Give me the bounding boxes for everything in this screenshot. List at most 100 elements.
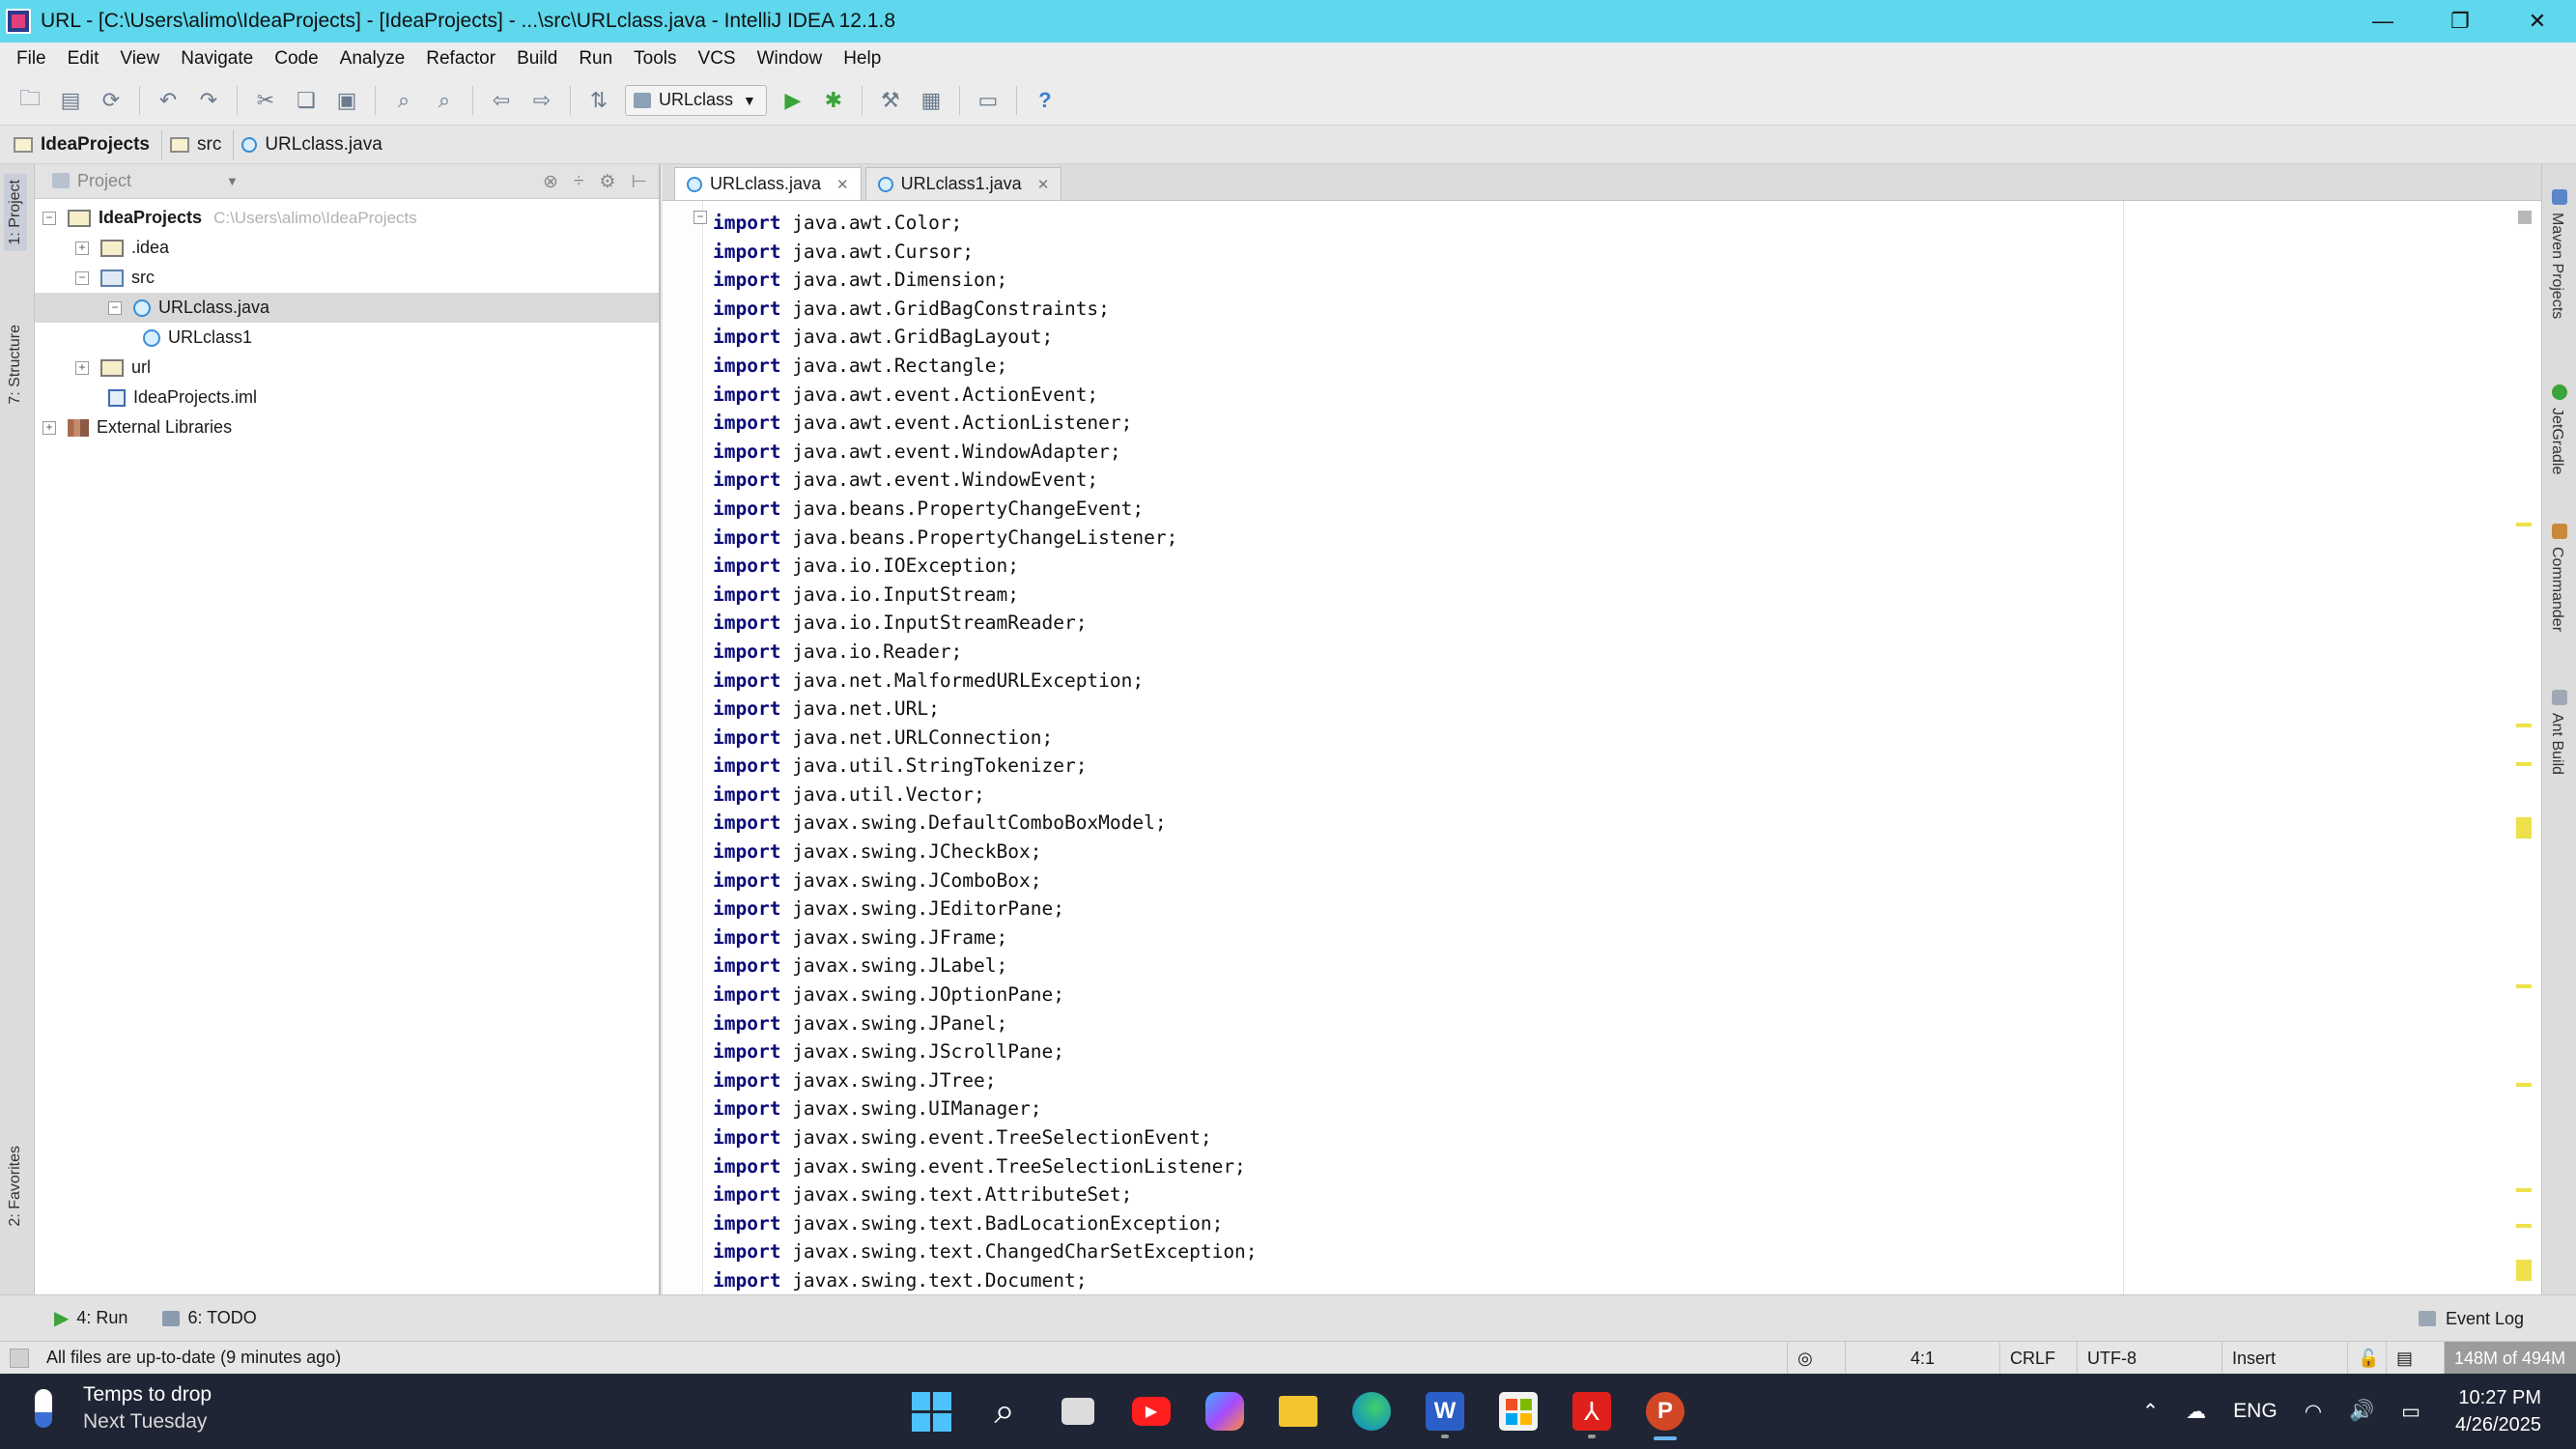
code-line[interactable]: import java.util.Vector; [713, 781, 1258, 810]
expand-icon[interactable]: + [42, 420, 56, 435]
tree-item-src[interactable]: − src [35, 263, 659, 293]
copilot-button[interactable] [1196, 1382, 1254, 1440]
warning-marker[interactable] [2516, 817, 2532, 838]
code-line[interactable]: import javax.swing.event.TreeSelectionLi… [713, 1152, 1258, 1181]
code-line[interactable]: import java.awt.GridBagLayout; [713, 323, 1258, 352]
run-configuration-select[interactable]: URLclass ▼ [625, 84, 767, 116]
tree-item-external-libraries[interactable]: + External Libraries [35, 412, 659, 442]
code-line[interactable]: import javax.swing.text.ChangedCharSetEx… [713, 1237, 1258, 1266]
save-all-icon[interactable]: ▤ [54, 84, 87, 117]
find-icon[interactable]: ⌕ [387, 84, 420, 117]
collapse-icon[interactable]: − [75, 270, 89, 285]
code-line[interactable]: import java.io.InputStream; [713, 581, 1258, 610]
menu-vcs[interactable]: VCS [688, 48, 747, 70]
volume-icon[interactable]: 🔊 [2349, 1400, 2374, 1423]
memory-indicator[interactable]: 148M of 494M [2444, 1342, 2576, 1375]
menu-run[interactable]: Run [568, 48, 623, 70]
edge-button[interactable] [1343, 1382, 1401, 1440]
expand-icon[interactable]: + [75, 241, 89, 255]
scroll-from-source-icon[interactable]: ⊗ [543, 171, 558, 193]
project-structure-icon[interactable]: ▦ [915, 84, 948, 117]
menu-tools[interactable]: Tools [623, 48, 687, 70]
tool-windows-icon[interactable] [10, 1348, 29, 1368]
debug-icon[interactable]: ✱ [817, 84, 850, 117]
onedrive-icon[interactable]: ☁ [2186, 1400, 2206, 1424]
minimize-button[interactable]: — [2344, 0, 2421, 43]
paste-icon[interactable]: ▣ [330, 84, 363, 117]
tree-item-url[interactable]: + url [35, 353, 659, 383]
code-line[interactable]: import java.beans.PropertyChangeEvent; [713, 495, 1258, 524]
lock-icon[interactable]: 🔓 [2347, 1342, 2386, 1375]
menu-help[interactable]: Help [833, 48, 892, 70]
code-line[interactable]: import javax.swing.JScrollPane; [713, 1037, 1258, 1066]
code-line[interactable]: import javax.swing.text.AttributeSet; [713, 1180, 1258, 1209]
code-line[interactable]: import java.awt.Color; [713, 209, 1258, 238]
warning-marker[interactable] [2516, 523, 2532, 526]
file-explorer-button[interactable] [1269, 1382, 1327, 1440]
code-line[interactable]: import java.awt.Dimension; [713, 266, 1258, 295]
code-line[interactable]: import javax.swing.JComboBox; [713, 867, 1258, 895]
file-encoding[interactable]: UTF-8 [2077, 1342, 2222, 1375]
fold-icon[interactable]: − [694, 211, 707, 224]
warning-marker[interactable] [2516, 1188, 2532, 1192]
code-line[interactable]: import javax.swing.JLabel; [713, 952, 1258, 980]
breadcrumb-project[interactable]: IdeaProjects [14, 129, 162, 159]
settings-icon[interactable]: ⚒ [874, 84, 907, 117]
wifi-icon[interactable]: ◠ [2305, 1400, 2322, 1424]
vcs-icon[interactable]: ▭ [972, 84, 1005, 117]
tab-urlclass-java[interactable]: URLclass.java ✕ [674, 167, 862, 200]
tree-item-idea[interactable]: + .idea [35, 233, 659, 263]
tree-item-root[interactable]: − IdeaProjects C:\Users\alimo\IdeaProjec… [35, 203, 659, 233]
code-line[interactable]: import java.util.StringTokenizer; [713, 752, 1258, 781]
menu-analyze[interactable]: Analyze [329, 48, 416, 70]
start-button[interactable] [902, 1382, 960, 1440]
structure-tool-tab[interactable]: 7: Structure [4, 319, 27, 411]
code-line[interactable]: import javax.swing.JEditorPane; [713, 895, 1258, 923]
menu-refactor[interactable]: Refactor [415, 48, 506, 70]
code-line[interactable]: import java.awt.Cursor; [713, 238, 1258, 267]
commander-tab[interactable]: Commander [2548, 547, 2565, 632]
cut-icon[interactable]: ✂ [249, 84, 282, 117]
caret-position[interactable]: 4:1 [1845, 1342, 1999, 1375]
code-line[interactable]: import java.awt.GridBagConstraints; [713, 295, 1258, 324]
warning-marker[interactable] [2516, 1224, 2532, 1228]
menu-navigate[interactable]: Navigate [170, 48, 264, 70]
synchronize-icon[interactable]: ⟳ [95, 84, 127, 117]
menu-build[interactable]: Build [506, 48, 568, 70]
collapse-icon[interactable]: − [108, 300, 122, 315]
chevron-down-icon[interactable]: ▼ [226, 174, 239, 188]
code-line[interactable]: import java.awt.Rectangle; [713, 352, 1258, 381]
warning-marker[interactable] [2516, 984, 2532, 988]
warning-marker[interactable] [2516, 724, 2532, 727]
word-button[interactable]: W [1416, 1382, 1474, 1440]
menu-edit[interactable]: Edit [57, 48, 110, 70]
code-line[interactable]: import java.awt.event.WindowEvent; [713, 466, 1258, 495]
warning-marker[interactable] [2516, 762, 2532, 766]
code-line[interactable]: import java.io.IOException; [713, 552, 1258, 581]
tree-item-urlclass-java[interactable]: − URLclass.java [35, 293, 659, 323]
acrobat-button[interactable]: ⅄ [1563, 1382, 1621, 1440]
replace-icon[interactable]: ⌕ [428, 84, 461, 117]
breadcrumb-file[interactable]: URLclass.java [241, 130, 393, 159]
menu-view[interactable]: View [109, 48, 170, 70]
close-icon[interactable]: ✕ [836, 176, 849, 193]
status-indicator[interactable]: ◎ [1787, 1342, 1845, 1375]
event-log-button[interactable]: Event Log [2418, 1295, 2524, 1342]
undo-icon[interactable]: ↶ [152, 84, 184, 117]
code-line[interactable]: import javax.swing.JCheckBox; [713, 838, 1258, 867]
redo-icon[interactable]: ↷ [192, 84, 225, 117]
hide-panel-icon[interactable]: ⊢ [631, 171, 647, 193]
ant-build-tab[interactable]: Ant Build [2548, 713, 2565, 775]
project-view-select[interactable]: Project [52, 171, 207, 191]
code-line[interactable]: import java.net.URL; [713, 695, 1258, 724]
menu-file[interactable]: File [6, 48, 57, 70]
code-line[interactable]: import javax.swing.text.Document; [713, 1266, 1258, 1295]
gear-icon[interactable]: ⚙ [599, 171, 615, 193]
code-line[interactable]: import javax.swing.event.TreeSelectionEv… [713, 1123, 1258, 1152]
warning-marker[interactable] [2516, 1083, 2532, 1087]
code-line[interactable]: import java.awt.event.ActionListener; [713, 409, 1258, 438]
warning-marker[interactable] [2516, 1260, 2532, 1281]
chevron-up-icon[interactable]: ⌃ [2142, 1400, 2160, 1424]
run-icon[interactable]: ▶ [777, 84, 809, 117]
code-line[interactable]: import java.awt.event.ActionEvent; [713, 381, 1258, 410]
